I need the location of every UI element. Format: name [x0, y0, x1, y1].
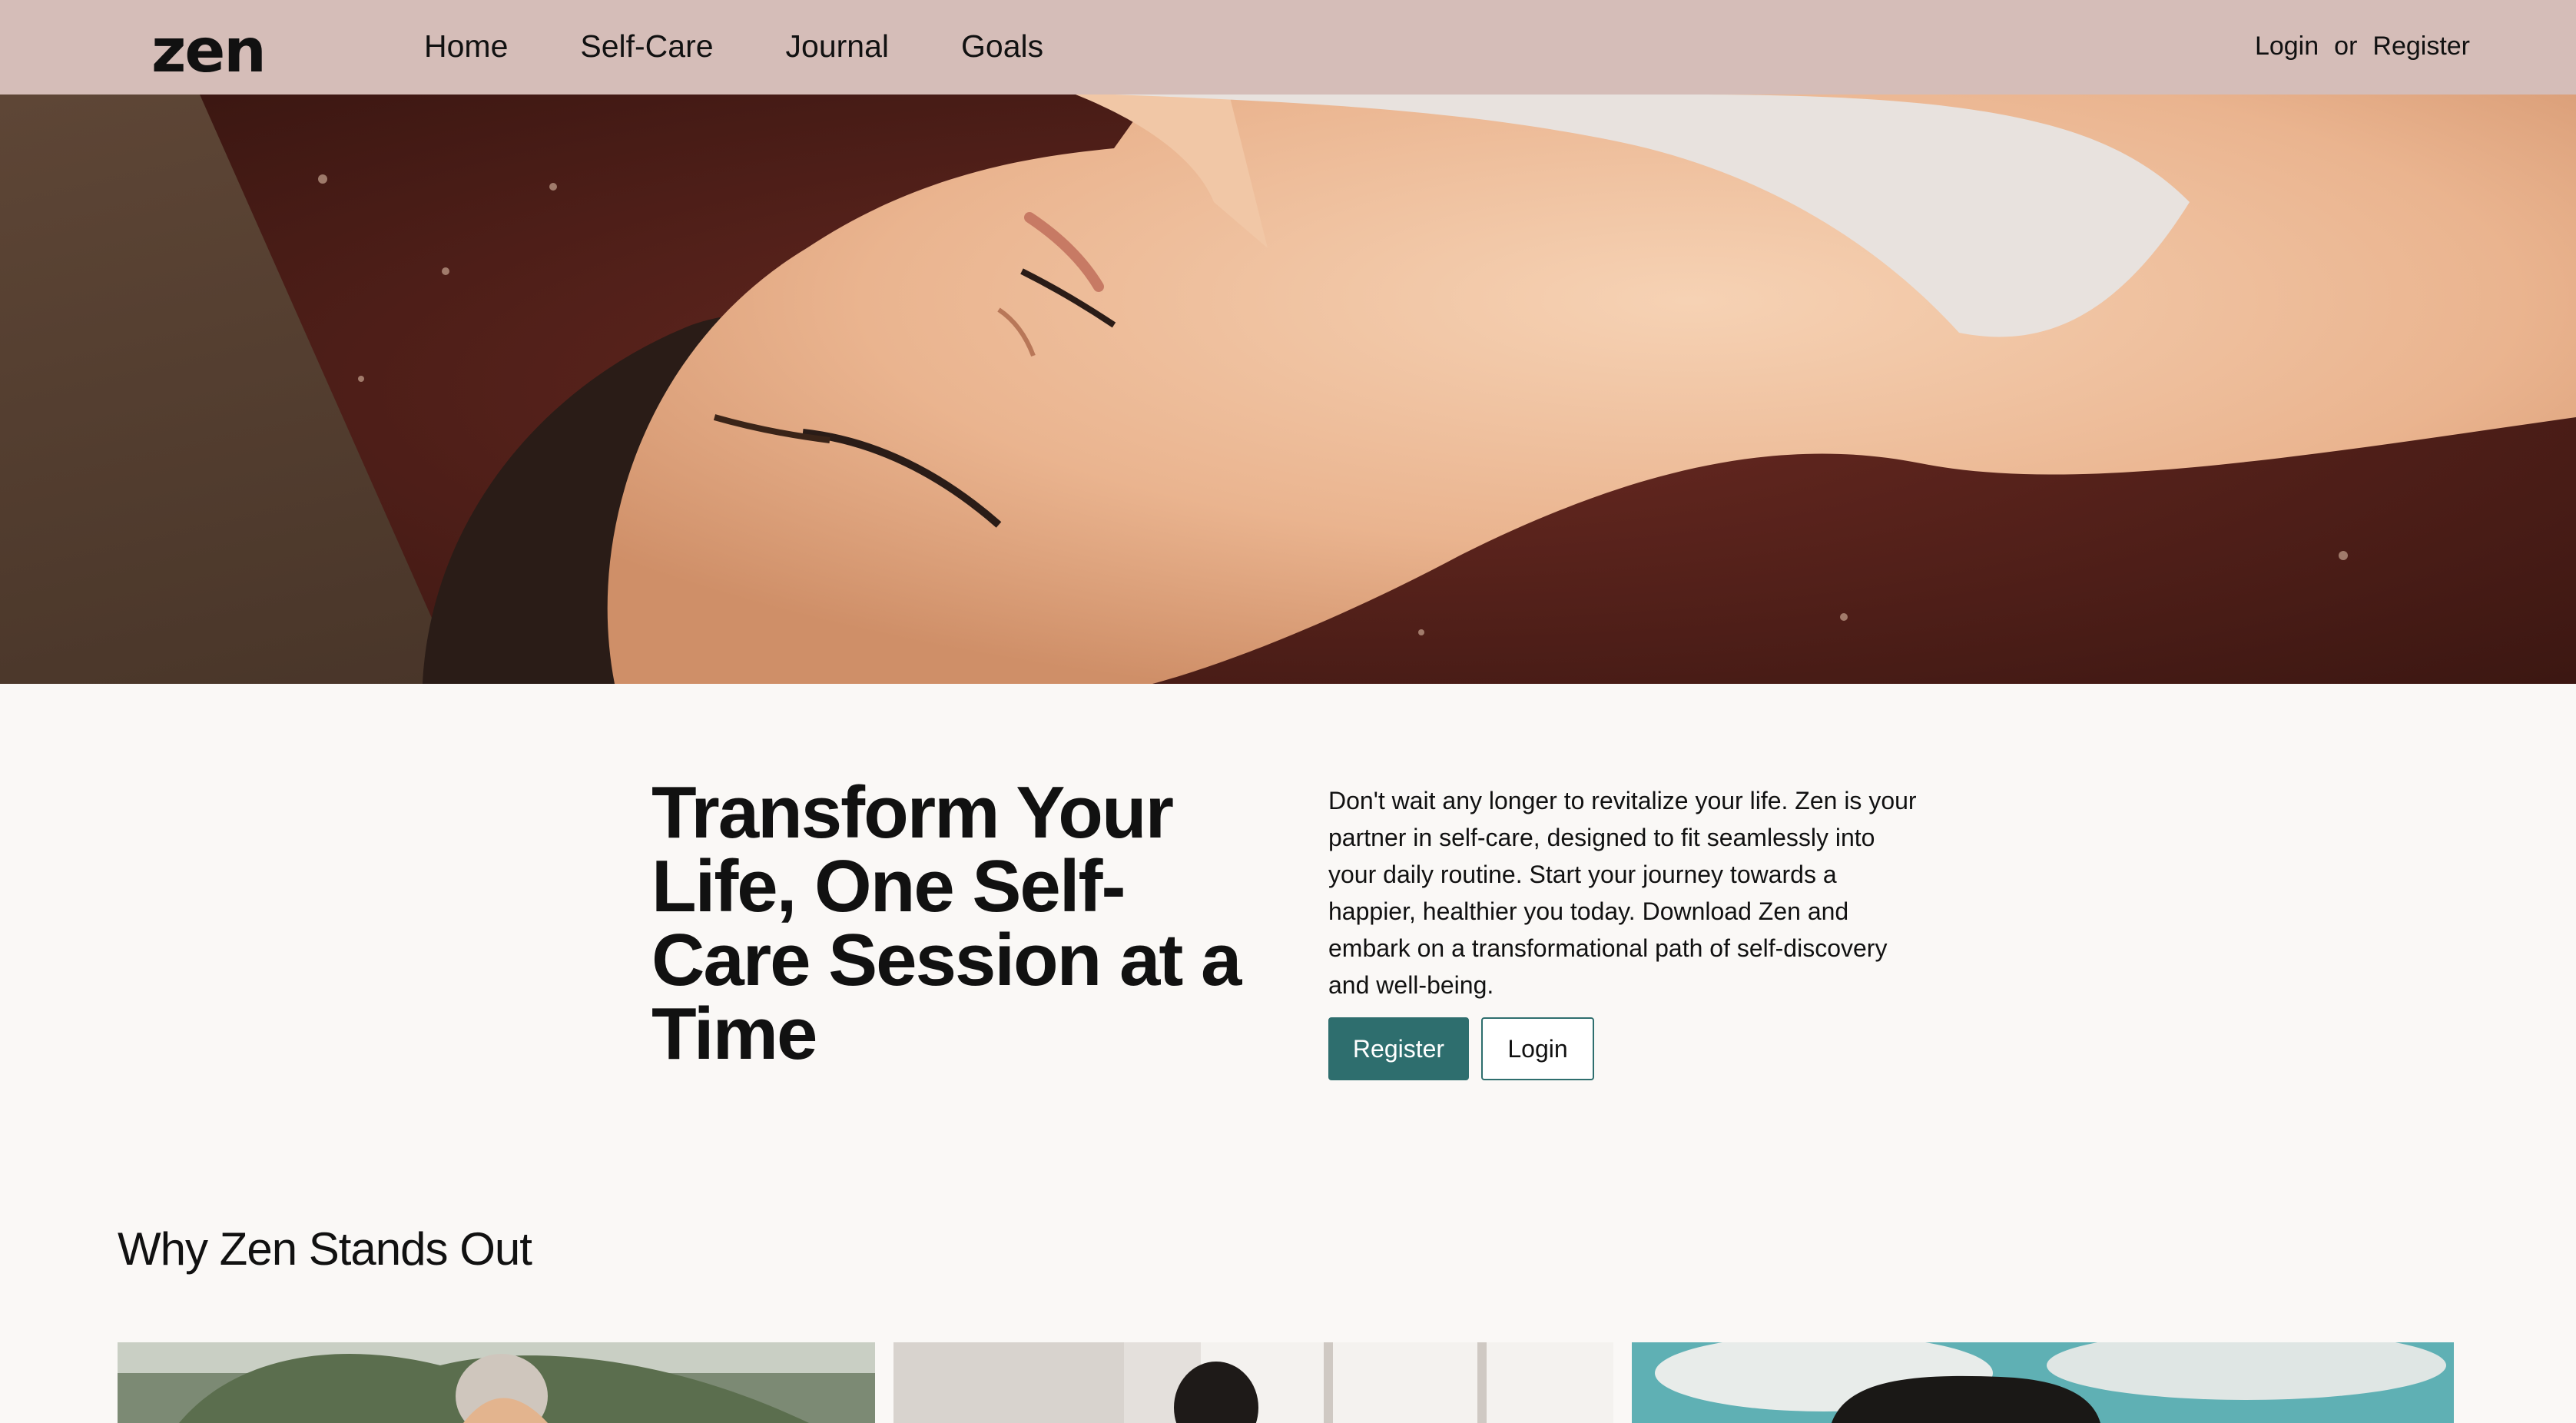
woman-in-greenhouse-illustration — [118, 1342, 875, 1423]
woman-by-window-illustration — [893, 1342, 1613, 1423]
nav-item-home[interactable]: Home — [424, 23, 508, 69]
features-section-title: Why Zen Stands Out — [118, 1223, 532, 1275]
feature-card-image-sky[interactable] — [1632, 1342, 2454, 1423]
person-in-cap-illustration — [1632, 1342, 2454, 1423]
feature-card-image-greenhouse[interactable] — [118, 1342, 875, 1423]
zen-logo[interactable]: zen — [151, 17, 267, 86]
nav-item-goals[interactable]: Goals — [961, 23, 1043, 69]
top-navbar: zen Home Self-Care Journal Goals Login o… — [0, 0, 2576, 95]
main-nav: Home Self-Care Journal Goals — [424, 23, 1116, 69]
auth-separator: or — [2334, 31, 2358, 61]
woman-relaxing-illustration — [0, 95, 2576, 684]
register-button[interactable]: Register — [1328, 1017, 1469, 1080]
hero-image — [0, 95, 2576, 684]
nav-item-self-care[interactable]: Self-Care — [580, 23, 713, 69]
auth-links: Login or Register — [2255, 23, 2470, 69]
hero-headline: Transform Your Life, One Self-Care Sessi… — [651, 771, 1242, 1075]
nav-item-journal[interactable]: Journal — [786, 23, 889, 69]
login-button[interactable]: Login — [1481, 1017, 1594, 1080]
intro-paragraph: Don't wait any longer to revitalize your… — [1328, 787, 1917, 999]
nav-register-link[interactable]: Register — [2372, 32, 2470, 61]
feature-card-image-window[interactable] — [893, 1342, 1613, 1423]
nav-login-link[interactable]: Login — [2255, 32, 2319, 61]
